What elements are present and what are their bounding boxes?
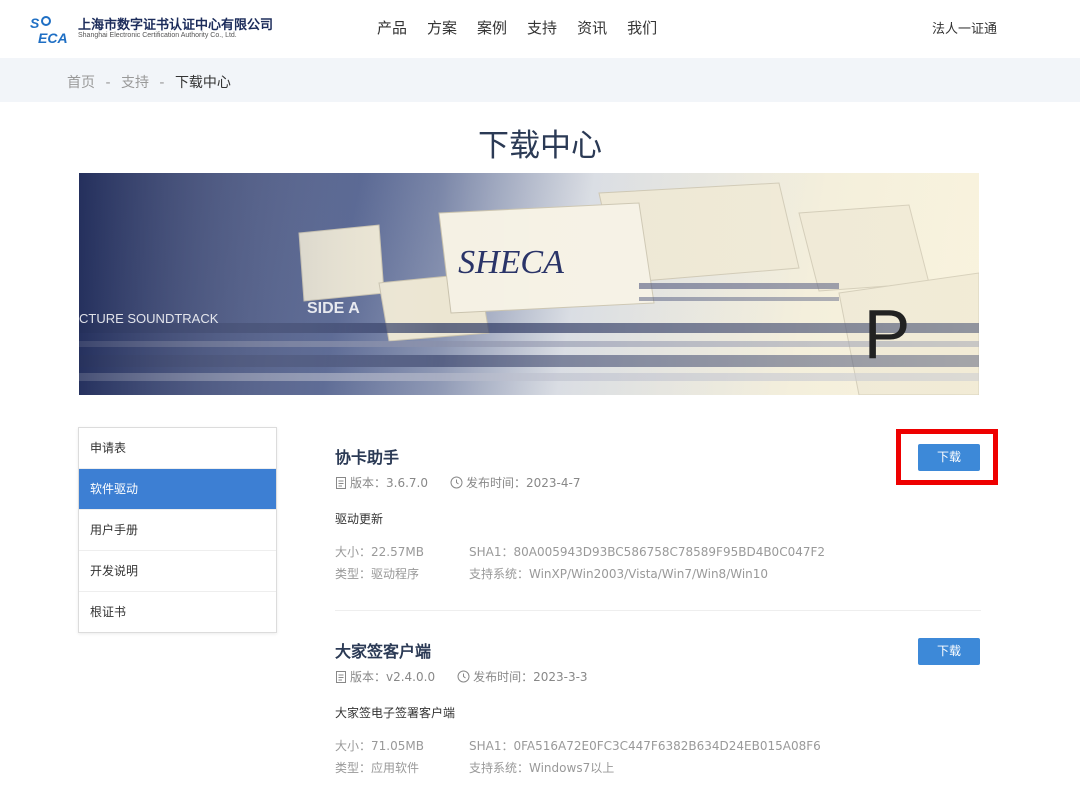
item-version: 版本：3.6.7.0 bbox=[350, 476, 428, 490]
page-title: 下载中心 bbox=[478, 128, 602, 164]
breadcrumb-support[interactable]: 支持 bbox=[121, 75, 149, 91]
item-size: 大小：71.05MB bbox=[335, 739, 424, 753]
sidebar-item-user-manuals[interactable]: 用户手册 bbox=[79, 510, 276, 551]
document-icon bbox=[336, 670, 346, 683]
item-meta: 版本：v2.4.0.0 发布时间：2023-3-3 bbox=[335, 668, 588, 685]
breadcrumb-home[interactable]: 首页 bbox=[67, 75, 95, 91]
category-sidebar: 申请表 软件驱动 用户手册 开发说明 根证书 bbox=[78, 427, 277, 633]
item-type: 类型：应用软件 bbox=[335, 761, 420, 775]
breadcrumb-separator: - bbox=[159, 75, 165, 91]
item-title: 协卡助手 bbox=[335, 448, 400, 467]
item-type: 类型：驱动程序 bbox=[335, 567, 420, 581]
banner-image: SHECA P SIDE A CTURE SOUNDTRACK bbox=[79, 173, 979, 395]
item-release-date: 发布时间：2023-4-7 bbox=[465, 476, 581, 490]
document-icon bbox=[336, 476, 346, 489]
clock-icon bbox=[450, 476, 463, 489]
item-divider bbox=[335, 610, 981, 611]
legal-person-link[interactable]: 法人一证通 bbox=[932, 18, 997, 37]
item-version: 版本：v2.4.0.0 bbox=[350, 670, 436, 684]
nav-support[interactable]: 支持 bbox=[527, 17, 557, 39]
logo-name-en: Shanghai Electronic Certification Author… bbox=[78, 32, 237, 39]
nav-solutions[interactable]: 方案 bbox=[427, 17, 457, 39]
breadcrumb-bar: 首页 - 支持 - 下载中心 bbox=[0, 58, 1080, 102]
item-meta: 版本：3.6.7.0 发布时间：2023-4-7 bbox=[335, 474, 580, 491]
download-button[interactable]: 下载 bbox=[918, 444, 980, 471]
breadcrumb-current: 下载中心 bbox=[174, 75, 231, 91]
logo-name-cn: 上海市数字证书认证中心有限公司 bbox=[78, 18, 274, 33]
logo[interactable]: S ECA 上海市数字证书认证中心有限公司 Shanghai Electroni… bbox=[30, 12, 290, 46]
item-description: 大家签电子签署客户端 bbox=[335, 706, 456, 720]
item-title: 大家签客户端 bbox=[335, 642, 432, 661]
banner-p-text: P bbox=[864, 295, 911, 373]
item-systems: 支持系统：WinXP/Win2003/Vista/Win7/Win8/Win10 bbox=[469, 567, 769, 581]
sidebar-item-dev-docs[interactable]: 开发说明 bbox=[79, 551, 276, 592]
clock-icon bbox=[457, 670, 470, 683]
sidebar-item-application-forms[interactable]: 申请表 bbox=[79, 428, 276, 469]
item-size: 大小：22.57MB bbox=[335, 545, 424, 559]
breadcrumb: 首页 - 支持 - 下载中心 bbox=[67, 72, 231, 92]
item-systems: 支持系统：Windows7以上 bbox=[469, 761, 615, 775]
nav-cases[interactable]: 案例 bbox=[477, 17, 507, 39]
sidebar-item-software-drivers[interactable]: 软件驱动 bbox=[79, 469, 276, 510]
banner-sheca-text: SHECA bbox=[458, 244, 564, 281]
banner-illustration: SHECA P SIDE A CTURE SOUNDTRACK bbox=[79, 173, 979, 395]
svg-text:ECA: ECA bbox=[38, 30, 68, 46]
item-sha1: SHA1：80A005943D93BC586758C78589F95BD4B0C… bbox=[469, 545, 826, 559]
sheca-logo-icon: S ECA bbox=[30, 15, 68, 46]
item-sha1: SHA1：0FA516A72E0FC3C447F6382B634D24EB015… bbox=[469, 739, 821, 753]
nav-about[interactable]: 我们 bbox=[627, 17, 657, 39]
breadcrumb-separator: - bbox=[105, 75, 111, 91]
nav-news[interactable]: 资讯 bbox=[577, 17, 607, 39]
sidebar-item-root-certificate[interactable]: 根证书 bbox=[79, 592, 276, 632]
banner-side-text: SIDE A bbox=[307, 300, 360, 317]
main-nav: 产品 方案 案例 支持 资讯 我们 bbox=[377, 17, 677, 39]
svg-text:S: S bbox=[30, 15, 40, 31]
banner-soundtrack-text: CTURE SOUNDTRACK bbox=[79, 311, 219, 326]
download-button[interactable]: 下载 bbox=[918, 638, 980, 665]
item-release-date: 发布时间：2023-3-3 bbox=[473, 670, 588, 684]
nav-products[interactable]: 产品 bbox=[377, 17, 407, 39]
site-header: S ECA 上海市数字证书认证中心有限公司 Shanghai Electroni… bbox=[0, 0, 1080, 58]
item-description: 驱动更新 bbox=[335, 512, 384, 526]
